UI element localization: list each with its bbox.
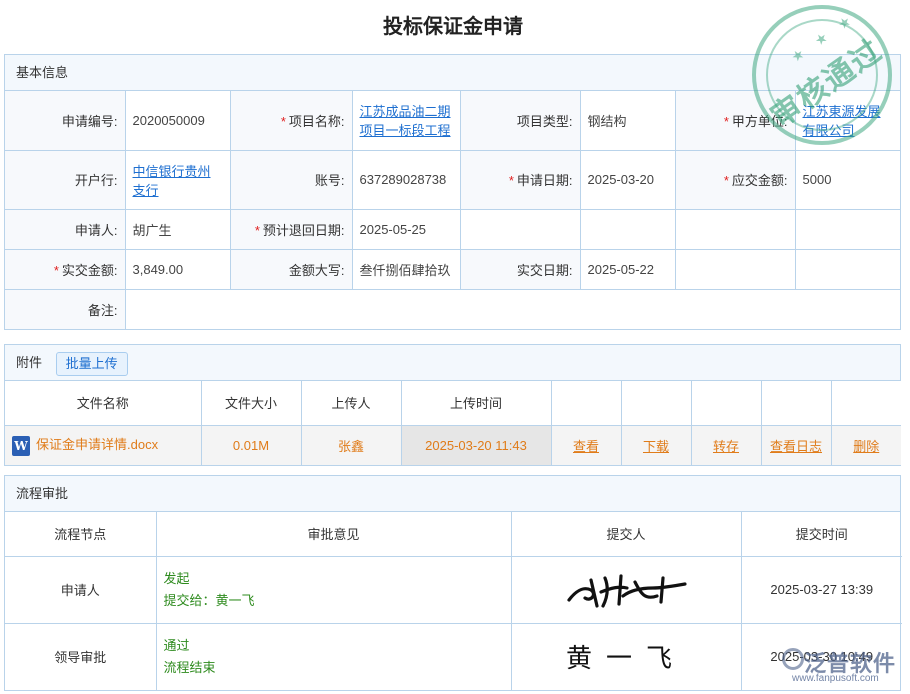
empty-cell bbox=[580, 209, 675, 249]
applicant-value: 胡广生 bbox=[125, 209, 230, 249]
bank-cell: 中信银行贵州支行 bbox=[125, 150, 230, 209]
remark-label: 备注: bbox=[5, 289, 125, 329]
signature-text: 黄一飞 bbox=[566, 644, 686, 674]
submit-time: 2025-03-27 13:39 bbox=[741, 556, 902, 623]
col-submit-time: 提交时间 bbox=[741, 512, 902, 556]
project-name-label: *项目名称: bbox=[230, 91, 352, 150]
opinion-line: 发起 bbox=[164, 568, 504, 590]
basic-info-table: 申请编号: 2020050009 *项目名称: 江苏成品油二期项目一标段工程 项… bbox=[5, 91, 900, 329]
flow-approval-header: 流程审批 bbox=[5, 476, 900, 512]
attachments-table: 文件名称 文件大小 上传人 上传时间 W 保证金申请详情.docx 0.01M 张… bbox=[5, 381, 901, 465]
apply-date-label: *申请日期: bbox=[460, 150, 580, 209]
file-uploader: 张鑫 bbox=[301, 425, 401, 465]
flow-approval-panel: 流程审批 流程节点 审批意见 提交人 提交时间 申请人 发起 提交给：黄一飞 2… bbox=[4, 475, 901, 691]
word-doc-icon: W bbox=[12, 436, 30, 456]
empty-cell bbox=[675, 249, 795, 289]
action-cell: 下载 bbox=[621, 425, 691, 465]
handwritten-signature bbox=[561, 566, 691, 610]
action-cell: 删除 bbox=[831, 425, 901, 465]
file-size: 0.01M bbox=[201, 425, 301, 465]
bank-label: 开户行: bbox=[5, 150, 125, 209]
amount-words-label: 金额大写: bbox=[230, 249, 352, 289]
basic-info-header: 基本信息 bbox=[5, 55, 900, 91]
col-upload-time: 上传时间 bbox=[401, 381, 551, 425]
col-empty bbox=[691, 381, 761, 425]
empty-cell bbox=[795, 209, 900, 249]
account-label: 账号: bbox=[230, 150, 352, 209]
col-file-size: 文件大小 bbox=[201, 381, 301, 425]
apply-no-label: 申请编号: bbox=[5, 91, 125, 150]
attachments-header: 附件 批量上传 bbox=[5, 345, 900, 381]
applicant-label: 申请人: bbox=[5, 209, 125, 249]
basic-info-panel: 基本信息 申请编号: 2020050009 *项目名称: 江苏成品油二期项目一标… bbox=[4, 54, 901, 330]
opinion-line: 通过 bbox=[164, 635, 504, 657]
flow-node: 申请人 bbox=[5, 556, 156, 623]
project-name-cell: 江苏成品油二期项目一标段工程 bbox=[352, 91, 460, 150]
flow-approval-table: 流程节点 审批意见 提交人 提交时间 申请人 发起 提交给：黄一飞 2025-0… bbox=[5, 512, 902, 690]
bank-link[interactable]: 中信银行贵州支行 bbox=[133, 164, 211, 198]
table-row: W保证金申请详情.docx 0.01M 张鑫 2025-03-20 11:43 … bbox=[5, 425, 901, 465]
col-opinion: 审批意见 bbox=[156, 512, 511, 556]
col-flow-node: 流程节点 bbox=[5, 512, 156, 556]
project-type-value: 钢结构 bbox=[580, 91, 675, 150]
col-empty bbox=[761, 381, 831, 425]
opinion-line: 提交给：黄一飞 bbox=[164, 590, 504, 612]
submitter-signature bbox=[511, 556, 741, 623]
party-a-cell: 江苏東源发展有限公司 bbox=[795, 91, 900, 150]
file-name[interactable]: 保证金申请详情.docx bbox=[36, 437, 158, 452]
submit-time: 2025-03-30 10:49 bbox=[741, 623, 902, 690]
col-uploader: 上传人 bbox=[301, 381, 401, 425]
party-a-label: *甲方单位: bbox=[675, 91, 795, 150]
paid-date-label: 实交日期: bbox=[460, 249, 580, 289]
attachments-panel: 附件 批量上传 文件名称 文件大小 上传人 上传时间 W 保证金申请详情.docx… bbox=[4, 344, 901, 466]
paid-amount-value: 3,849.00 bbox=[125, 249, 230, 289]
return-date-label: *预计退回日期: bbox=[230, 209, 352, 249]
table-row: 申请人 发起 提交给：黄一飞 2025-03-27 13:39 bbox=[5, 556, 902, 623]
attachments-title: 附件 bbox=[16, 355, 42, 370]
submitter-signature: 黄一飞 bbox=[511, 623, 741, 690]
action-cell: 查看 bbox=[551, 425, 621, 465]
table-row: 领导审批 通过 流程结束 黄一飞 2025-03-30 10:49 bbox=[5, 623, 902, 690]
flow-opinion: 发起 提交给：黄一飞 bbox=[156, 556, 511, 623]
file-name-cell: W 保证金申请详情.docx bbox=[5, 425, 201, 465]
delete-link[interactable]: 删除 bbox=[853, 439, 879, 454]
page-title: 投标保证金申请 bbox=[0, 10, 906, 39]
project-type-label: 项目类型: bbox=[460, 91, 580, 150]
save-as-link[interactable]: 转存 bbox=[713, 439, 739, 454]
action-cell: 转存 bbox=[691, 425, 761, 465]
col-empty bbox=[621, 381, 691, 425]
remark-value bbox=[125, 289, 900, 329]
view-log-link[interactable]: 查看日志 bbox=[770, 439, 822, 454]
flow-opinion: 通过 流程结束 bbox=[156, 623, 511, 690]
empty-cell bbox=[795, 249, 900, 289]
flow-node: 领导审批 bbox=[5, 623, 156, 690]
apply-date-value: 2025-03-20 bbox=[580, 150, 675, 209]
apply-no-value: 2020050009 bbox=[125, 91, 230, 150]
due-amount-label: *应交金额: bbox=[675, 150, 795, 209]
account-value: 637289028738 bbox=[352, 150, 460, 209]
view-link[interactable]: 查看 bbox=[573, 439, 599, 454]
file-upload-time: 2025-03-20 11:43 bbox=[401, 425, 551, 465]
paid-date-value: 2025-05-22 bbox=[580, 249, 675, 289]
col-file-name: 文件名称 bbox=[5, 381, 201, 425]
empty-cell bbox=[460, 209, 580, 249]
due-amount-value: 5000 bbox=[795, 150, 900, 209]
col-empty bbox=[831, 381, 901, 425]
col-empty bbox=[551, 381, 621, 425]
opinion-line: 流程结束 bbox=[164, 657, 504, 679]
return-date-value: 2025-05-25 bbox=[352, 209, 460, 249]
project-name-link[interactable]: 江苏成品油二期项目一标段工程 bbox=[360, 104, 451, 138]
batch-upload-button[interactable]: 批量上传 bbox=[56, 352, 128, 376]
download-link[interactable]: 下载 bbox=[643, 439, 669, 454]
paid-amount-label: *实交金额: bbox=[5, 249, 125, 289]
action-cell: 查看日志 bbox=[761, 425, 831, 465]
empty-cell bbox=[675, 209, 795, 249]
amount-words-value: 叁仟捌佰肆拾玖 bbox=[352, 249, 460, 289]
party-a-link[interactable]: 江苏東源发展有限公司 bbox=[803, 104, 881, 138]
col-submitter: 提交人 bbox=[511, 512, 741, 556]
